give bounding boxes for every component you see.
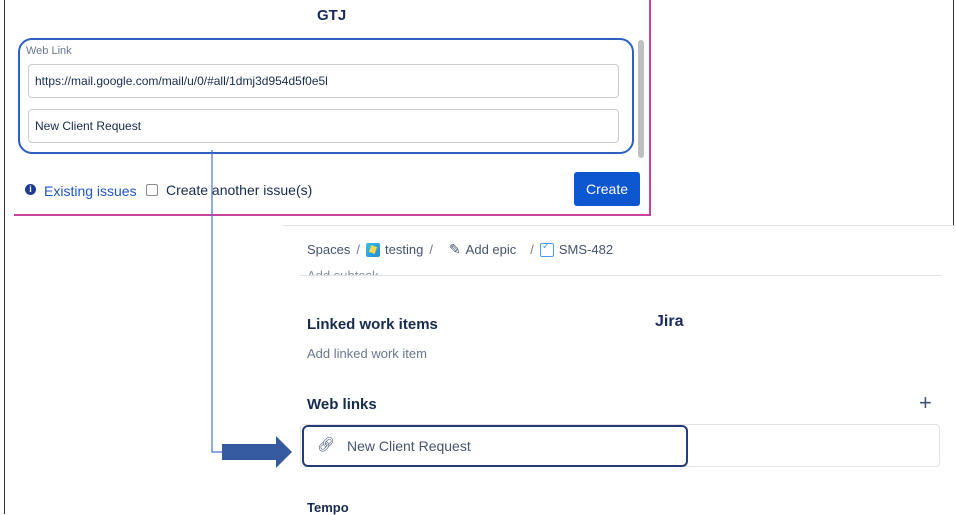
connector-arrowhead bbox=[222, 436, 292, 468]
connector-line bbox=[211, 150, 222, 453]
connector-arrow bbox=[211, 150, 292, 468]
